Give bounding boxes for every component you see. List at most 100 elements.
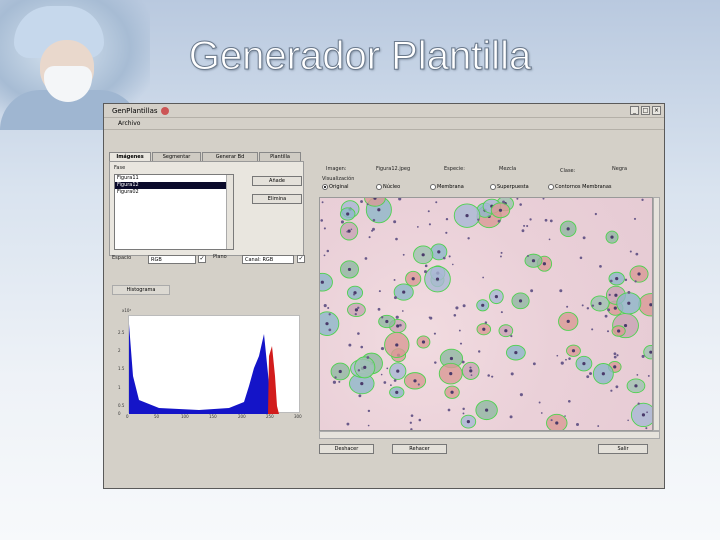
debris-dot <box>591 304 595 307</box>
class-value: Negra <box>612 166 628 172</box>
y-tick: 1.5 <box>118 366 125 371</box>
radio-original[interactable]: Original <box>322 184 349 190</box>
cell-nucleus <box>413 379 417 383</box>
debris-dot <box>461 360 465 364</box>
radio-superpuesta[interactable]: Superpuesta <box>490 184 529 190</box>
debris-dot <box>510 372 514 376</box>
debris-dot <box>500 255 502 258</box>
images-list[interactable]: Figura11 Figura12 Figura02 <box>114 174 234 250</box>
radio-label: Original <box>329 184 349 190</box>
exit-button[interactable]: Salir <box>598 444 648 454</box>
debris-dot <box>609 279 613 283</box>
cell-nucleus <box>346 212 350 216</box>
debris-dot <box>523 224 526 227</box>
espacio-field[interactable]: RGB <box>148 255 196 264</box>
debris-dot <box>372 218 376 222</box>
debris-dot <box>560 361 564 365</box>
minimize-button[interactable]: _ <box>630 106 639 115</box>
debris-dot <box>646 411 648 414</box>
debris-dot <box>608 293 611 297</box>
add-button[interactable]: Añade <box>252 176 302 186</box>
undo-button[interactable]: Deshacer <box>319 444 374 454</box>
radio-nucleo[interactable]: Núcleo <box>376 184 400 190</box>
debris-dot <box>433 332 436 335</box>
tab-segmentar[interactable]: Segmentar <box>152 152 201 161</box>
cell-nucleus <box>481 303 485 307</box>
cell-nucleus <box>582 362 586 366</box>
debris-dot <box>567 399 571 403</box>
plano-field[interactable]: Canal: RGB <box>242 255 294 264</box>
debris-dot <box>500 251 503 254</box>
list-scrollbar[interactable] <box>226 175 233 249</box>
histogram-plot <box>128 315 300 414</box>
maximize-button[interactable]: □ <box>641 106 650 115</box>
cell-nucleus <box>421 253 425 257</box>
debris-dot <box>606 330 610 333</box>
histogram-blue-area <box>129 324 275 414</box>
debris-dot <box>502 200 505 204</box>
debris-dot <box>636 374 639 376</box>
debris-dot <box>416 226 419 228</box>
delete-button[interactable]: Elimina <box>252 194 302 204</box>
debris-dot <box>371 229 374 232</box>
debris-dot <box>429 316 433 320</box>
debris-dot <box>381 316 384 319</box>
image-horizontal-scrollbar[interactable] <box>319 431 660 439</box>
debris-dot <box>459 342 463 345</box>
cell-nucleus <box>465 214 469 218</box>
image-vertical-scrollbar[interactable] <box>653 197 660 431</box>
debris-dot <box>367 424 370 427</box>
cell-nucleus <box>494 295 498 299</box>
debris-dot <box>364 257 368 260</box>
debris-dot <box>418 418 422 422</box>
tab-imagenes[interactable]: Imágenes <box>109 152 151 161</box>
list-item[interactable]: Figura02 <box>115 189 233 196</box>
debris-dot <box>538 401 541 404</box>
menu-archivo[interactable]: Archivo <box>118 120 140 127</box>
plano-check[interactable]: ✓ <box>297 255 305 263</box>
tab-plantilla[interactable]: Plantilla <box>259 152 301 161</box>
list-item-selected[interactable]: Figura12 <box>115 182 233 189</box>
cell-nucleus <box>641 413 646 417</box>
close-button[interactable]: × <box>652 106 661 115</box>
debris-dot <box>532 362 536 366</box>
redo-button[interactable]: Rehacer <box>392 444 447 454</box>
cell-nucleus <box>354 308 359 312</box>
list-item[interactable]: Figura11 <box>115 175 233 182</box>
cell-nucleus <box>485 408 489 412</box>
debris-dot <box>453 313 457 317</box>
debris-dot <box>641 354 645 358</box>
debris-dot <box>424 264 428 268</box>
debris-dot <box>427 210 430 213</box>
debris-dot <box>597 425 600 428</box>
histogram-label: Histograma <box>112 285 170 295</box>
debris-dot <box>519 393 523 397</box>
debris-dot <box>637 402 640 405</box>
cell-nucleus <box>613 306 617 310</box>
cell-nucleus <box>598 301 602 306</box>
debris-dot <box>540 412 543 414</box>
debris-dot <box>328 313 331 316</box>
radio-contornos[interactable]: Contornos Membranas <box>548 184 612 190</box>
debris-dot <box>462 304 466 308</box>
cell-nucleus <box>542 262 547 266</box>
debris-dot <box>366 356 370 359</box>
espacio-label: Espacio <box>112 255 132 261</box>
debris-dot <box>482 276 485 279</box>
espacio-check[interactable]: ✓ <box>198 255 206 263</box>
debris-dot <box>447 408 451 412</box>
debris-dot <box>548 238 551 241</box>
debris-dot <box>627 419 629 422</box>
debris-dot <box>604 314 608 318</box>
x-tick: 150 <box>209 414 217 419</box>
debris-dot <box>434 361 437 364</box>
debris-dot <box>354 313 357 316</box>
radio-membrana[interactable]: Membrana <box>430 184 464 190</box>
x-tick: 300 <box>294 414 302 419</box>
tab-generar-bd[interactable]: Generar Bd <box>202 152 258 161</box>
debris-dot <box>360 345 364 349</box>
species-label: Especie: <box>444 166 465 172</box>
cell-nucleus <box>421 340 426 344</box>
app-window: GenPlantillas _ □ × Archivo Imágenes Seg… <box>103 103 665 489</box>
debris-dot <box>581 304 584 307</box>
